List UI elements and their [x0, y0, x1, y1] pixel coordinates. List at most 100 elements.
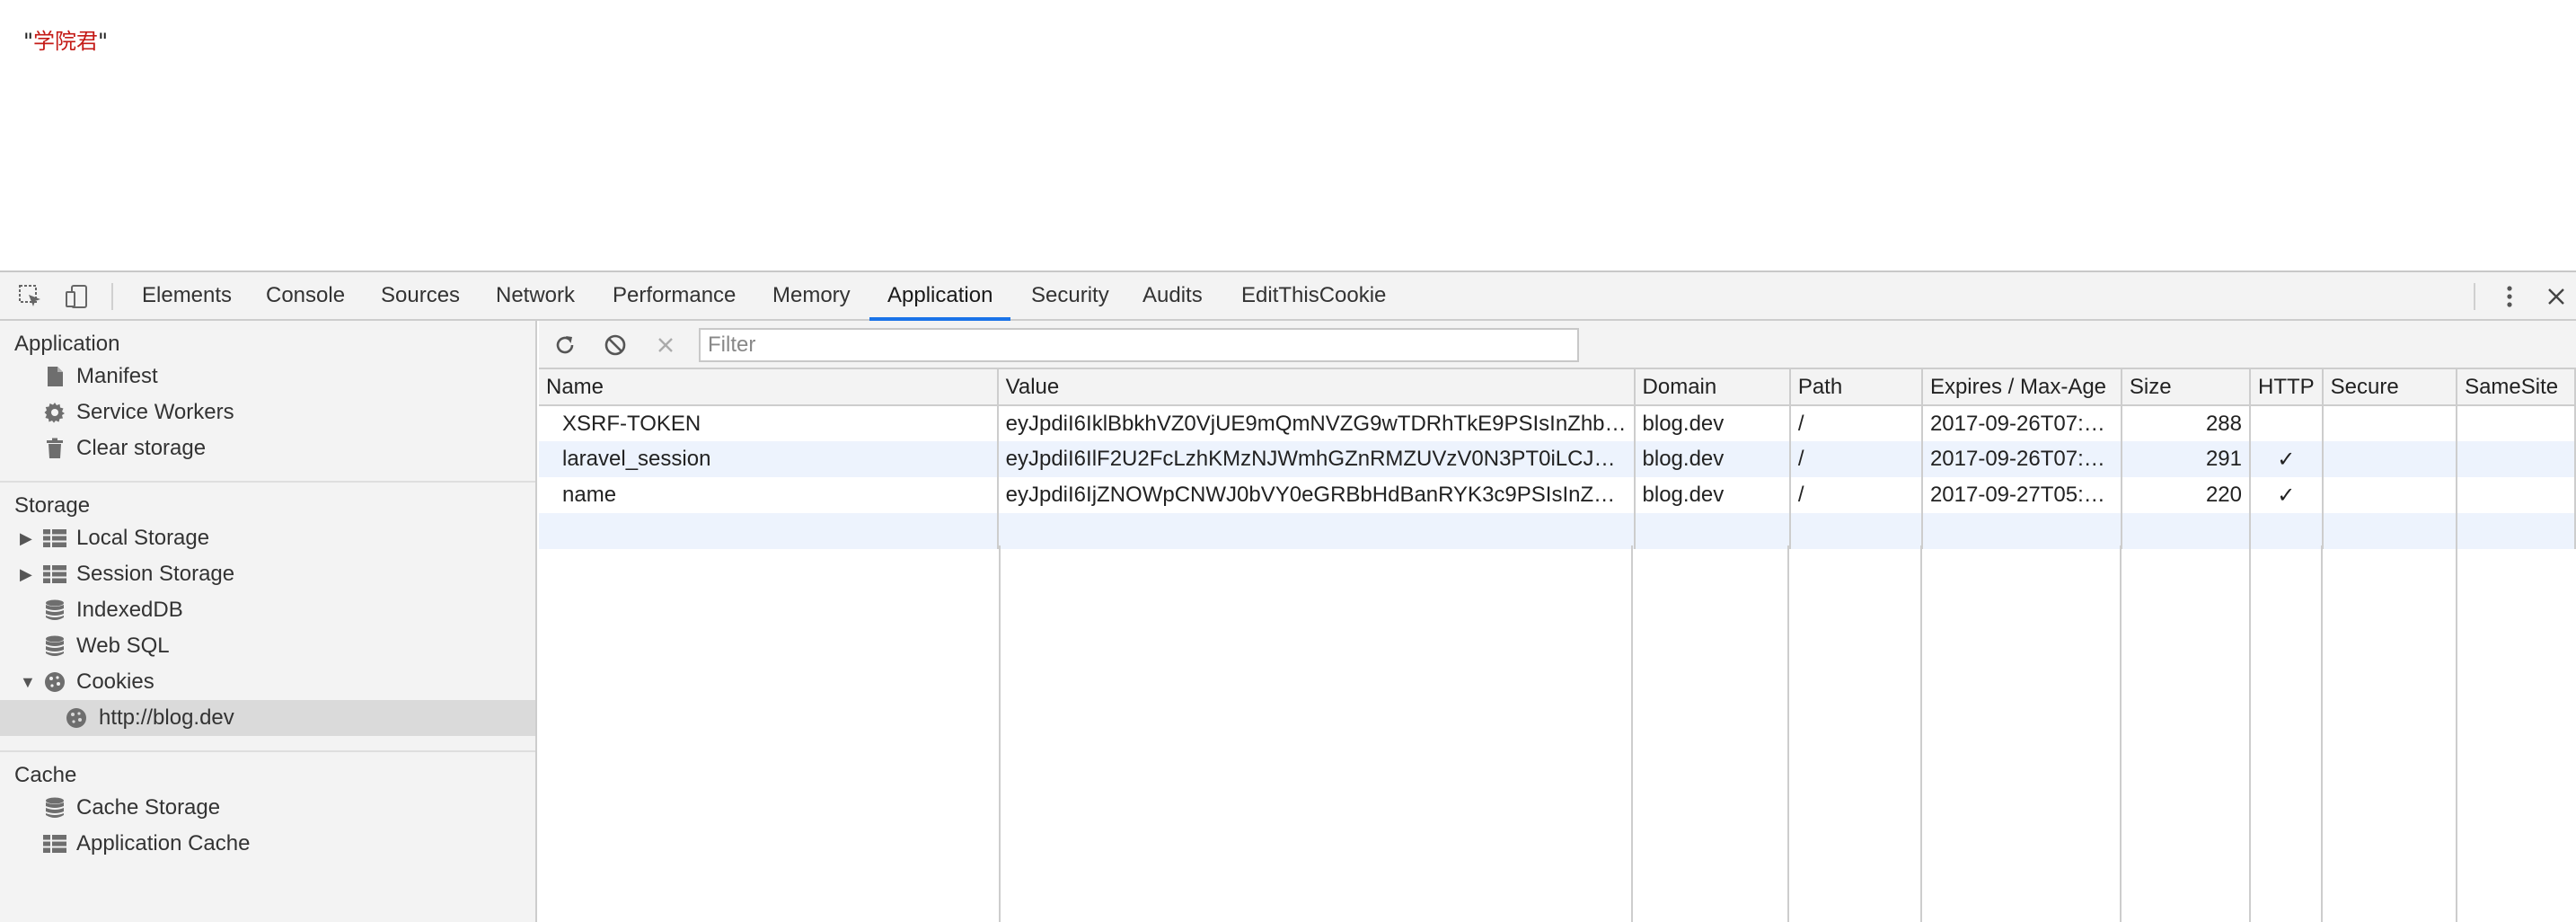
cookie-name-cell[interactable]: laravel_session — [539, 441, 999, 477]
filter-input[interactable] — [699, 328, 1579, 362]
cookie-samesite-cell — [2457, 441, 2576, 477]
sidebar-item-label: Web SQL — [76, 634, 170, 658]
tab-security[interactable]: Security — [1029, 272, 1111, 319]
cookie-expires-cell[interactable]: 2017-09-27T05:… — [1921, 477, 2122, 513]
tab-sources[interactable]: Sources — [379, 272, 462, 319]
expand-arrow-icon[interactable]: ▶ — [20, 556, 32, 592]
sidebar-item-cookies[interactable]: ▼ Cookies — [0, 664, 535, 700]
expand-arrow-icon[interactable]: ▶ — [20, 520, 32, 556]
section-title-cache: Cache — [14, 763, 77, 787]
column-header-domain[interactable]: Domain — [1634, 369, 1791, 406]
tab-audits[interactable]: Audits — [1141, 272, 1204, 319]
sidebar-item-label: Session Storage — [76, 562, 235, 586]
sidebar-item-manifest[interactable]: Manifest — [0, 359, 535, 395]
delete-selected-icon[interactable] — [652, 332, 679, 359]
cookie-value-cell[interactable]: eyJpdiI6IklBbkhVZ0VjUE9mQmNVZG9wTDRhTkE9… — [997, 405, 1636, 441]
sidebar-divider — [0, 481, 535, 483]
close-icon[interactable] — [2542, 282, 2571, 311]
table-row[interactable]: laravel_session eyJpdiI6IlF2U2FcLzhKMzNJ… — [539, 441, 2576, 477]
tab-application[interactable]: Application — [869, 272, 1011, 321]
column-header-expires[interactable]: Expires / Max-Age — [1921, 369, 2122, 406]
tab-network[interactable]: Network — [494, 272, 577, 319]
tab-performance[interactable]: Performance — [611, 272, 737, 319]
cookies-table: Name Value Domain Path Expires / Max-Age… — [539, 369, 2576, 549]
column-header-name[interactable]: Name — [539, 369, 999, 406]
cookie-secure-cell — [2322, 441, 2458, 477]
cookie-expires-cell[interactable]: 2017-09-26T07:… — [1921, 405, 2122, 441]
sidebar-item-clear-storage[interactable]: Clear storage — [0, 430, 535, 466]
database-icon — [43, 599, 66, 621]
sidebar-item-label: Cache Storage — [76, 795, 221, 820]
gear-icon — [43, 402, 66, 423]
tab-elements[interactable]: Elements — [140, 272, 234, 319]
sidebar-item-label: IndexedDB — [76, 598, 183, 622]
file-icon — [43, 366, 66, 387]
sidebar-item-label: http://blog.dev — [99, 705, 234, 730]
devtools-panel: Elements Console Sources Network Perform… — [0, 270, 2576, 922]
table-row[interactable]: name eyJpdiI6IjZNOWpCNWJ0bVY0eGRBbHdBanR… — [539, 477, 2576, 513]
column-header-http[interactable]: HTTP — [2250, 369, 2324, 406]
cookie-size-cell: 220 — [2121, 477, 2252, 513]
table-header-row: Name Value Domain Path Expires / Max-Age… — [539, 369, 2576, 406]
sidebar-item-label: Manifest — [76, 364, 158, 388]
cookie-http-cell: ✓ — [2250, 441, 2324, 477]
device-toolbar-icon[interactable] — [63, 282, 92, 311]
cookie-domain-cell[interactable]: blog.dev — [1634, 441, 1791, 477]
tab-console[interactable]: Console — [264, 272, 347, 319]
cookies-toolbar — [539, 321, 2576, 369]
collapse-arrow-icon[interactable]: ▼ — [20, 664, 36, 700]
cookie-value-cell[interactable]: eyJpdiI6IlF2U2FcLzhKMzNJWmhGZnRMZUVzV0N3… — [997, 441, 1636, 477]
cookie-path-cell[interactable]: / — [1789, 441, 1923, 477]
cookie-domain-cell[interactable]: blog.dev — [1634, 405, 1791, 441]
cookie-name-cell[interactable]: XSRF-TOKEN — [539, 405, 999, 441]
column-header-secure[interactable]: Secure — [2322, 369, 2458, 406]
cookie-http-cell — [2250, 405, 2324, 441]
inspect-element-icon[interactable] — [16, 282, 45, 311]
sidebar-item-indexeddb[interactable]: IndexedDB — [0, 592, 535, 628]
quote-open: " — [23, 29, 34, 54]
sidebar-item-application-cache[interactable]: Application Cache — [0, 826, 535, 862]
more-options-icon[interactable] — [2495, 282, 2524, 311]
clear-all-icon[interactable] — [602, 332, 629, 359]
sidebar-divider — [0, 750, 535, 752]
grid-icon — [43, 563, 66, 585]
toolbar-divider-right — [2474, 283, 2475, 310]
trash-icon — [43, 438, 66, 459]
sidebar-item-local-storage[interactable]: ▶ Local Storage — [0, 520, 535, 556]
sidebar-item-service-workers[interactable]: Service Workers — [0, 395, 535, 430]
cookie-name-cell[interactable]: name — [539, 477, 999, 513]
cookies-panel: Name Value Domain Path Expires / Max-Age… — [539, 321, 2576, 922]
cookie-http-cell: ✓ — [2250, 477, 2324, 513]
table-row-empty[interactable] — [539, 513, 2576, 549]
devtools-tabbar: Elements Console Sources Network Perform… — [0, 272, 2576, 321]
refresh-icon[interactable] — [551, 332, 578, 359]
column-header-samesite[interactable]: SameSite — [2457, 369, 2576, 406]
cookie-domain-cell[interactable]: blog.dev — [1634, 477, 1791, 513]
database-icon — [43, 635, 66, 657]
cookie-path-cell[interactable]: / — [1789, 405, 1923, 441]
sidebar-item-label: Service Workers — [76, 400, 234, 424]
cookie-expires-cell[interactable]: 2017-09-26T07:… — [1921, 441, 2122, 477]
cookie-secure-cell — [2322, 477, 2458, 513]
table-empty-area — [539, 545, 2576, 922]
sidebar-item-label: Local Storage — [76, 526, 210, 550]
cookie-size-cell: 288 — [2121, 405, 2252, 441]
table-row[interactable]: XSRF-TOKEN eyJpdiI6IklBbkhVZ0VjUE9mQmNVZ… — [539, 405, 2576, 441]
database-icon — [43, 797, 66, 819]
sidebar-item-cookie-domain[interactable]: http://blog.dev — [0, 700, 535, 736]
cookie-value-cell[interactable]: eyJpdiI6IjZNOWpCNWJ0bVY0eGRBbHdBanRYK3c9… — [997, 477, 1636, 513]
page-viewport: "学院君" — [0, 0, 2576, 270]
sidebar-item-cache-storage[interactable]: Cache Storage — [0, 790, 535, 826]
column-header-value[interactable]: Value — [997, 369, 1636, 406]
sidebar-item-label: Cookies — [76, 669, 154, 694]
column-header-size[interactable]: Size — [2121, 369, 2252, 406]
sidebar-item-web-sql[interactable]: Web SQL — [0, 628, 535, 664]
tab-editthiscookie[interactable]: EditThisCookie — [1239, 272, 1388, 319]
tab-memory[interactable]: Memory — [771, 272, 852, 319]
sidebar-item-session-storage[interactable]: ▶ Session Storage — [0, 556, 535, 592]
column-header-path[interactable]: Path — [1789, 369, 1923, 406]
cookie-icon — [65, 707, 88, 729]
section-title-application: Application — [14, 332, 120, 356]
cookie-path-cell[interactable]: / — [1789, 477, 1923, 513]
cookie-samesite-cell — [2457, 405, 2576, 441]
